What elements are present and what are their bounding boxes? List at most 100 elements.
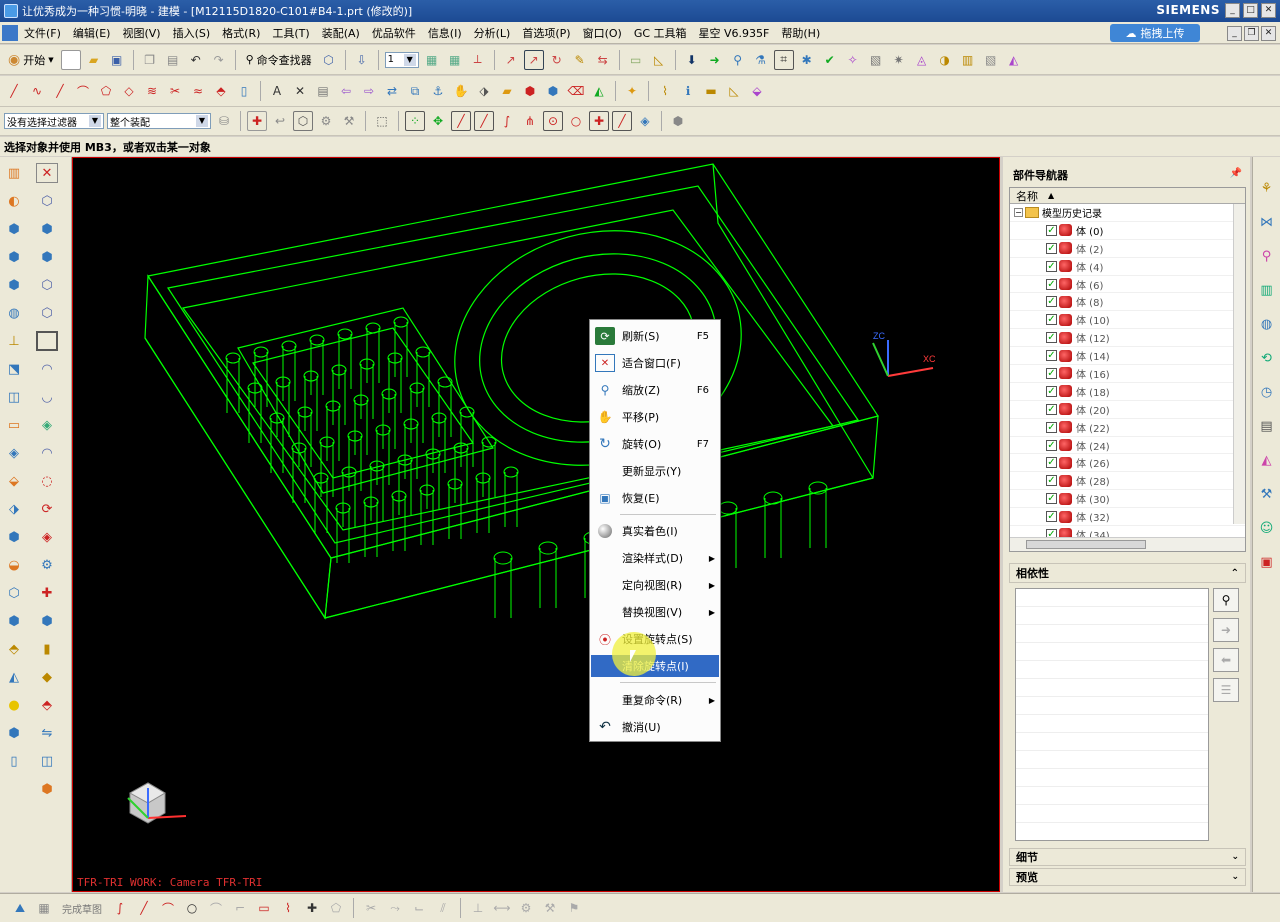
menu-item[interactable]: 信息(I) (422, 25, 468, 41)
point-select-icon[interactable]: ⚙ (316, 111, 336, 131)
unite-icon[interactable]: ⬗ (3, 499, 25, 519)
snap-intersect-icon[interactable]: ⋔ (520, 111, 540, 131)
menu-item[interactable]: 视图(V) (116, 25, 166, 41)
slot-icon[interactable]: ▭ (3, 415, 25, 435)
project-icon[interactable]: ⬘ (211, 81, 231, 101)
rectangle-select-icon[interactable]: ⬚ (372, 111, 392, 131)
tree-row-body[interactable]: ✓ 体 (10) (1010, 311, 1245, 330)
menu-item[interactable]: 格式(R) (216, 25, 266, 41)
menu-item[interactable]: 窗口(O) (577, 25, 628, 41)
surface-2-icon[interactable]: ◡ (36, 387, 58, 407)
new-file-icon[interactable] (60, 49, 81, 70)
wrench-icon[interactable]: ⚒ (339, 111, 359, 131)
preview-header[interactable]: 预览 ⌄ (1009, 868, 1246, 886)
electrode-icon[interactable]: ⚗ (751, 50, 771, 70)
box-2-icon[interactable]: ⬢ (36, 779, 58, 799)
sketch-offset-icon[interactable]: ⫽ (433, 898, 453, 918)
delete-face-icon[interactable]: ⬘ (36, 695, 58, 715)
extrude-icon[interactable]: ▥ (3, 163, 25, 183)
tool-3-icon[interactable]: ▧ (866, 50, 886, 70)
mirror-body-icon[interactable]: ✚ (36, 583, 58, 603)
graphics-window[interactable]: ZC XC TFR-TRI WORK: Camera TFR-TRI (72, 157, 1000, 892)
copy-icon[interactable]: ❐ (140, 50, 160, 70)
layer-icon[interactable]: ⇩ (352, 50, 372, 70)
info-icon[interactable]: ℹ (678, 81, 698, 101)
work-layer-select[interactable]: 1 ▼ (384, 51, 419, 68)
pin-icon[interactable]: ⚲ (728, 50, 748, 70)
visibility-checkbox[interactable]: ✓ (1046, 403, 1057, 415)
pad-icon[interactable]: ◫ (3, 387, 25, 407)
dependency-forward-button[interactable]: ➜ (1213, 618, 1239, 642)
menu-item[interactable]: 插入(S) (167, 25, 217, 41)
snap-point-icon[interactable]: ✚ (247, 111, 267, 131)
tree-root[interactable]: − 模型历史记录 (1010, 204, 1245, 222)
sketch-circle-icon[interactable]: ○ (182, 898, 202, 918)
revolve-icon[interactable]: ◐ (3, 191, 25, 211)
tree-row-body[interactable]: ✓ 体 (0) (1010, 222, 1245, 240)
star-icon[interactable]: ✦ (622, 81, 642, 101)
menu-item[interactable]: 工具(T) (266, 25, 315, 41)
menu-item[interactable]: 首选项(P) (516, 25, 576, 41)
rectangle-icon[interactable]: ◇ (119, 81, 139, 101)
history-icon[interactable]: ⟲ (1256, 347, 1278, 369)
menu-item-undo[interactable]: ↶ 撤消(U) (591, 716, 719, 738)
tree-row-body[interactable]: ✓ 体 (14) (1010, 347, 1245, 366)
menu-item[interactable]: 帮助(H) (775, 25, 826, 41)
left-arrow-icon[interactable]: ⇦ (336, 81, 356, 101)
shell-icon[interactable]: ⬡ (3, 583, 25, 603)
menu-item-zoom[interactable]: ⚲ 缩放(Z) F6 (591, 379, 719, 401)
snap-on-curve-icon[interactable]: ╱ (612, 111, 632, 131)
sketch-rectangle-icon[interactable]: ▭ (254, 898, 274, 918)
tree-row-body[interactable]: ✓ 体 (2) (1010, 240, 1245, 258)
visibility-checkbox[interactable]: ✓ (1046, 296, 1057, 308)
tool-7-icon[interactable]: ▥ (958, 50, 978, 70)
ruler-icon[interactable]: ▬ (701, 81, 721, 101)
menu-item-orient-view[interactable]: 定向视图(R) ▶ (591, 574, 719, 596)
body-select-icon[interactable]: ⬡ (293, 111, 313, 131)
polygon-icon[interactable]: ⬠ (96, 81, 116, 101)
visibility-checkbox[interactable]: ✓ (1046, 511, 1057, 523)
report-icon[interactable]: ▣ (1256, 551, 1278, 573)
tree-row-body[interactable]: ✓ 体 (6) (1010, 276, 1245, 294)
menu-item-pan[interactable]: ✋ 平移(P) (591, 406, 719, 428)
menu-item-replace-view[interactable]: 替换视图(V) ▶ (591, 601, 719, 623)
tree-row-body[interactable]: ✓ 体 (24) (1010, 437, 1245, 455)
anchor-icon[interactable]: ⚓ (428, 81, 448, 101)
analysis-icon[interactable]: ✎ (570, 50, 590, 70)
visibility-checkbox[interactable]: ✓ (1046, 350, 1057, 362)
finish-sketch-label[interactable]: 完成草图 (58, 901, 106, 916)
menu-item-refresh[interactable]: ⟳ 刷新(S) F5 (591, 325, 719, 347)
box-icon[interactable]: ⬢ (3, 723, 25, 743)
visibility-checkbox[interactable]: ✓ (1046, 421, 1057, 433)
paperclip-icon[interactable]: ⌇ (655, 81, 675, 101)
scroll-thumb[interactable] (1026, 540, 1146, 549)
start-button[interactable]: ◉ 开始 ▼ (4, 52, 58, 68)
dependency-list-button[interactable]: ☰ (1213, 678, 1239, 702)
collapse-icon[interactable]: − (1014, 207, 1023, 217)
snap-center-icon[interactable]: ⊙ (543, 111, 563, 131)
close-button[interactable]: ✕ (1261, 3, 1276, 18)
sketch-trim-icon[interactable]: ✂ (361, 898, 381, 918)
reuse-library-icon[interactable]: ▥ (1256, 279, 1278, 301)
process-studio-icon[interactable]: ⚒ (1256, 483, 1278, 505)
doc-close-button[interactable]: ✕ (1261, 26, 1276, 41)
wcs-orient-icon[interactable]: ↗ (523, 49, 544, 70)
analysis-2-icon[interactable]: ⬙ (747, 81, 767, 101)
tree-row-body[interactable]: ✓ 体 (8) (1010, 293, 1245, 312)
snap-curve-icon[interactable]: ∫ (497, 111, 517, 131)
tree-row-body[interactable]: ✓ 体 (20) (1010, 401, 1245, 419)
menu-item[interactable]: 编辑(E) (67, 25, 117, 41)
pocket-icon[interactable]: ⬔ (3, 359, 25, 379)
wire-cube-2-icon[interactable]: ⬡ (36, 303, 58, 323)
block-icon[interactable]: ⬢ (3, 219, 25, 239)
menu-item-fit[interactable]: ✕ 适合窗口(F) (591, 352, 719, 374)
replace-face-icon[interactable]: ◆ (36, 667, 58, 687)
check-icon[interactable]: ✔ (820, 50, 840, 70)
dependency-search-button[interactable]: ⚲ (1213, 588, 1239, 612)
copy-object-icon[interactable]: ⧉ (405, 81, 425, 101)
tool-8-icon[interactable]: ▧ (981, 50, 1001, 70)
visibility-checkbox[interactable]: ✓ (1046, 314, 1057, 326)
maximize-button[interactable]: □ (1243, 3, 1258, 18)
menu-item-set-rotation-point[interactable]: ⦿ 设置旋转点(S) (591, 628, 719, 650)
system-materials-icon[interactable]: ▤ (1256, 415, 1278, 437)
